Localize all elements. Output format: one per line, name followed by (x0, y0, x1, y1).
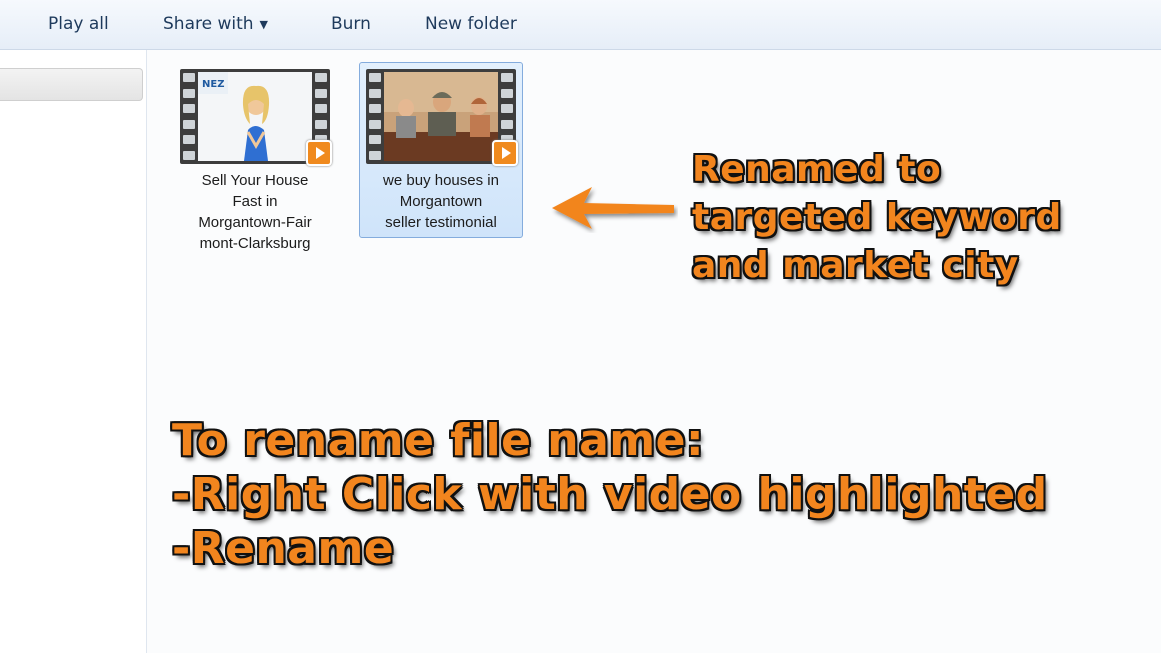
annotation-renamed-callout: Renamed to targeted keyword and market c… (692, 146, 1062, 290)
annotation-line: targeted keyword (692, 197, 1062, 238)
nav-pane-scroll-thumb[interactable] (0, 68, 143, 101)
play-all-label: Play all (48, 14, 109, 34)
annotation-line: and market city (692, 245, 1019, 286)
annotation-line: -Rename (172, 523, 395, 574)
thumb-logo: NEZ (202, 79, 224, 90)
navigation-pane (0, 50, 147, 653)
arrow-left-icon (552, 187, 674, 229)
video-thumbnail: NEZ (180, 69, 332, 166)
file-name-label: we buy houses in Morgantown seller testi… (360, 164, 522, 237)
new-folder-label: New folder (425, 14, 517, 34)
file-name-line: Fast in (232, 193, 278, 210)
share-with-label: Share with (163, 14, 254, 34)
file-name-line: Sell Your House (201, 172, 309, 189)
share-with-button[interactable]: Share with ▼ (163, 0, 268, 49)
file-name-line: seller testimonial (385, 214, 497, 231)
file-item-sell-your-house[interactable]: NEZ Sell Your House Fast in Morgantown-F… (173, 62, 337, 259)
file-item-we-buy-houses[interactable]: we buy houses in Morgantown seller testi… (359, 62, 523, 238)
annotation-line: -Right Click with video highlighted (172, 469, 1048, 520)
annotation-instructions-callout: To rename file name: -Right Click with v… (172, 414, 1048, 576)
chevron-down-icon: ▼ (259, 18, 268, 31)
file-name-line: Morgantown (399, 193, 483, 210)
play-all-button[interactable]: Play all (48, 0, 109, 49)
annotation-line: Renamed to (692, 149, 942, 190)
burn-label: Burn (331, 14, 371, 34)
play-icon (306, 140, 332, 166)
file-name-line: mont-Clarksburg (199, 235, 311, 252)
burn-button[interactable]: Burn (331, 0, 371, 49)
play-icon (492, 140, 518, 166)
annotation-line: To rename file name: (172, 415, 705, 466)
file-name-line: Morgantown-Fair (198, 214, 312, 231)
file-name-label: Sell Your House Fast in Morgantown-Fair … (174, 164, 336, 258)
new-folder-button[interactable]: New folder (425, 0, 517, 49)
video-frame-woman: NEZ (198, 72, 312, 161)
video-thumbnail (366, 69, 518, 166)
command-bar: Play all Share with ▼ Burn New folder (0, 0, 1161, 50)
video-frame-testimonial (384, 72, 498, 161)
file-name-line: we buy houses in (383, 172, 499, 189)
